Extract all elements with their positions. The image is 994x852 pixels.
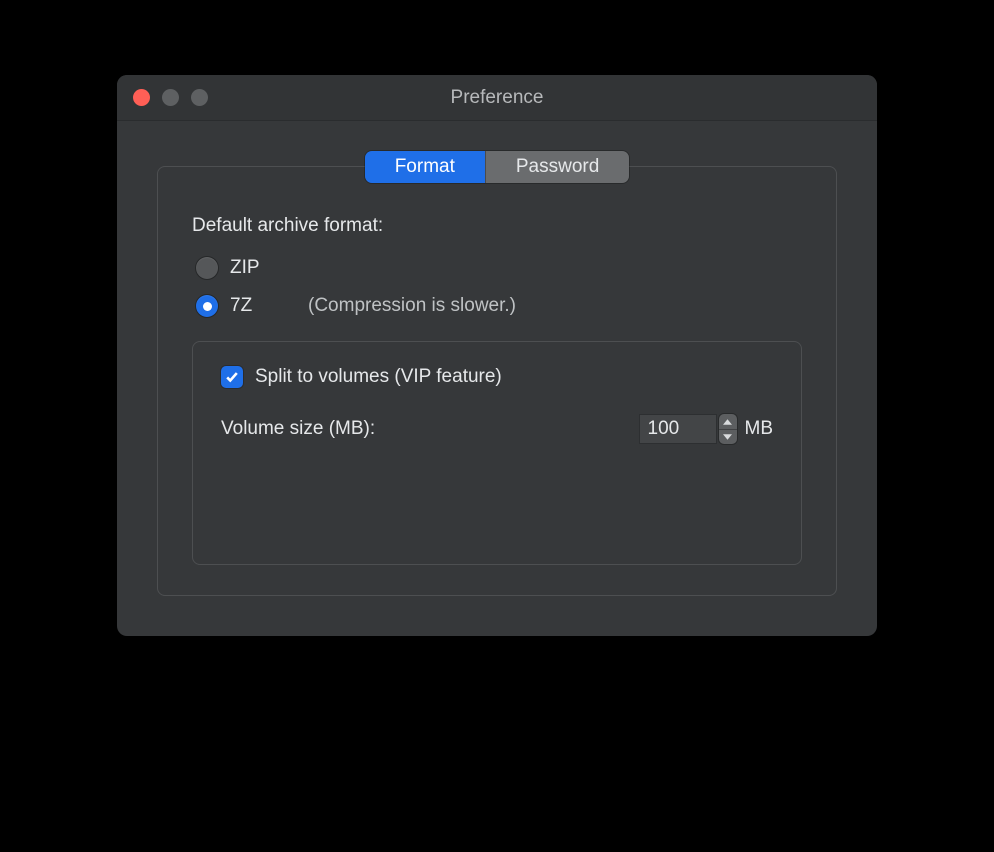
chevron-up-icon: [723, 419, 732, 425]
radio-7z-label: 7Z: [230, 295, 272, 317]
check-icon: [225, 370, 239, 384]
tabs: Format Password: [365, 151, 630, 183]
window-controls: [117, 89, 208, 106]
radio-zip-label: ZIP: [230, 257, 272, 279]
default-format-label: Default archive format:: [192, 215, 802, 237]
tab-password[interactable]: Password: [485, 151, 629, 183]
stepper-up[interactable]: [719, 414, 737, 429]
tab-format[interactable]: Format: [365, 151, 485, 183]
radio-7z-row[interactable]: 7Z (Compression is slower.): [196, 295, 802, 317]
chevron-down-icon: [723, 434, 732, 440]
radio-7z-hint: (Compression is slower.): [308, 295, 516, 317]
minimize-button[interactable]: [162, 89, 179, 106]
titlebar: Preference: [117, 75, 877, 121]
radio-7z[interactable]: [196, 295, 218, 317]
split-checkbox-row[interactable]: Split to volumes (VIP feature): [221, 366, 773, 388]
window-title: Preference: [117, 87, 877, 109]
radio-zip[interactable]: [196, 257, 218, 279]
split-checkbox-label: Split to volumes (VIP feature): [255, 366, 502, 388]
volume-size-row: Volume size (MB): 100 MB: [221, 414, 773, 444]
window-content: Format Password Default archive format: …: [117, 121, 877, 636]
radio-zip-row[interactable]: ZIP: [196, 257, 802, 279]
split-volumes-panel: Split to volumes (VIP feature) Volume si…: [192, 341, 802, 565]
volume-size-unit: MB: [745, 418, 774, 440]
volume-size-input[interactable]: 100: [639, 414, 717, 444]
split-checkbox[interactable]: [221, 366, 243, 388]
close-button[interactable]: [133, 89, 150, 106]
volume-size-label: Volume size (MB):: [221, 418, 639, 440]
preference-window: Preference Format Password Default archi…: [117, 75, 877, 636]
volume-size-stepper: [719, 414, 737, 444]
maximize-button[interactable]: [191, 89, 208, 106]
stepper-down[interactable]: [719, 429, 737, 444]
format-panel: Default archive format: ZIP 7Z (Compress…: [157, 166, 837, 596]
